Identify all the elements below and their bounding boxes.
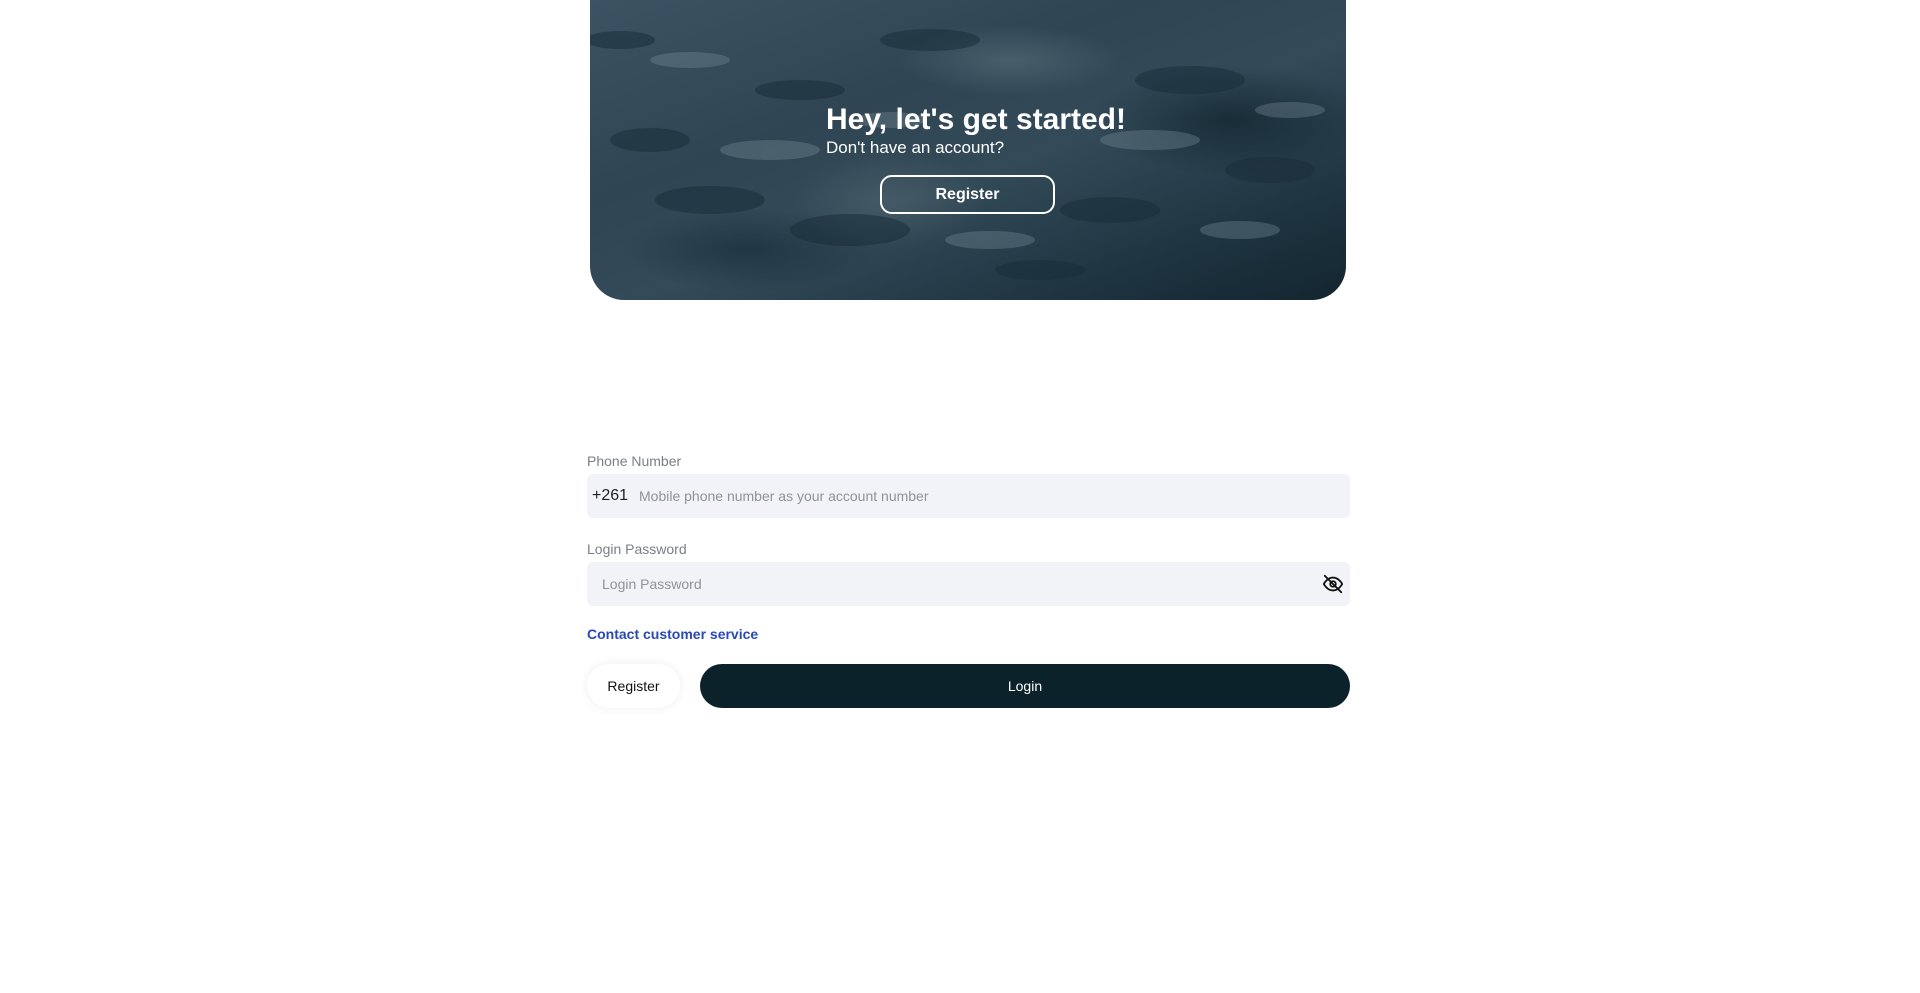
register-button[interactable]: Register — [587, 664, 680, 708]
country-code-prefix[interactable]: +261 — [587, 487, 637, 505]
hero-register-button[interactable]: Register — [880, 175, 1055, 214]
login-button[interactable]: Login — [700, 664, 1350, 708]
hero-banner: Hey, let's get started! Don't have an ac… — [590, 0, 1346, 300]
login-page: Hey, let's get started! Don't have an ac… — [0, 0, 1920, 993]
password-input[interactable] — [587, 561, 1321, 607]
contact-customer-service-link[interactable]: Contact customer service — [587, 625, 758, 643]
hero-text: Hey, let's get started! Don't have an ac… — [826, 102, 1126, 158]
password-label: Login Password — [587, 541, 687, 557]
phone-input[interactable] — [637, 473, 1350, 519]
login-form: Phone Number +261 Login Password Contact… — [587, 450, 1350, 708]
hero-title: Hey, let's get started! — [826, 103, 1126, 136]
phone-field: +261 — [587, 473, 1350, 519]
hero-subtitle: Don't have an account? — [826, 138, 1005, 157]
phone-label: Phone Number — [587, 453, 682, 469]
form-actions: Register Login — [587, 664, 1350, 708]
password-field — [587, 561, 1350, 607]
eye-off-icon[interactable] — [1321, 572, 1345, 596]
